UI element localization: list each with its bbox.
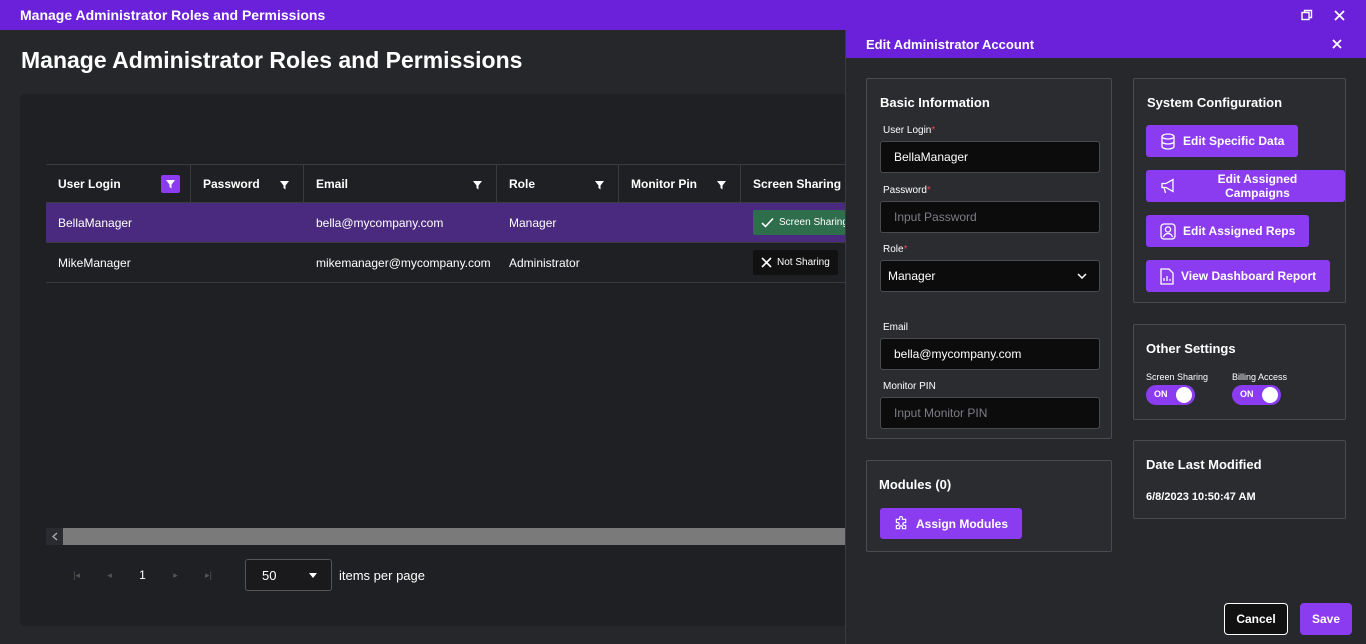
- check-icon: [761, 217, 774, 228]
- window-titlebar: Manage Administrator Roles and Permissio…: [0, 0, 1366, 30]
- admin-grid-panel: User Login Password Email Role Monitor P…: [20, 94, 850, 626]
- cell-screen-sharing: Not Sharing: [741, 250, 850, 275]
- column-email[interactable]: Email: [304, 165, 497, 202]
- other-settings-heading: Other Settings: [1146, 341, 1236, 356]
- cell-user-login: BellaManager: [58, 215, 133, 230]
- prev-page-icon[interactable]: ◂: [93, 565, 126, 585]
- chevron-down-icon: [1077, 273, 1087, 279]
- edit-assigned-reps-button[interactable]: Edit Assigned Reps: [1146, 215, 1310, 247]
- filter-icon[interactable]: [590, 177, 608, 193]
- monitor-pin-input[interactable]: [880, 397, 1100, 429]
- table-row[interactable]: MikeManager mikemanager@mycompany.com Ad…: [46, 243, 850, 283]
- column-role[interactable]: Role: [497, 165, 619, 202]
- system-configuration-card: System Configuration Edit Specific Data …: [1133, 78, 1346, 303]
- panel-title: Edit Administrator Account: [866, 36, 1035, 52]
- cell-user-login: MikeManager: [58, 255, 131, 270]
- user-login-input[interactable]: BellaManager: [880, 141, 1100, 173]
- modules-card: Modules (0) Assign Modules: [866, 460, 1112, 552]
- pager: |◂ ◂ 1 ▸ ▸| 50 items per page: [60, 559, 425, 591]
- billing-access-label: Billing Access: [1232, 372, 1288, 382]
- sharing-status-badge: Screen Sharing: [753, 210, 850, 235]
- horizontal-scrollbar[interactable]: [46, 528, 850, 545]
- cell-role: Manager: [509, 215, 557, 230]
- column-screen-sharing[interactable]: Screen Sharing: [741, 165, 850, 202]
- close-window-icon[interactable]: [1332, 8, 1346, 22]
- first-page-icon[interactable]: |◂: [60, 565, 93, 585]
- edit-specific-data-button[interactable]: Edit Specific Data: [1146, 125, 1299, 157]
- table-header: User Login Password Email Role Monitor P…: [46, 164, 850, 203]
- restore-icon[interactable]: [1300, 8, 1314, 22]
- email-label: Email: [883, 322, 909, 333]
- date-modified-heading: Date Last Modified: [1146, 457, 1262, 472]
- table-row[interactable]: BellaManager bella@mycompany.com Manager…: [46, 203, 850, 243]
- column-user-login[interactable]: User Login: [46, 165, 191, 202]
- admin-table: User Login Password Email Role Monitor P…: [46, 164, 850, 283]
- last-page-icon[interactable]: ▸|: [192, 565, 225, 585]
- assign-modules-button[interactable]: Assign Modules: [880, 508, 1023, 539]
- user-card-icon: [1160, 222, 1176, 240]
- cell-email: mikemanager@mycompany.com: [316, 255, 491, 270]
- page-size-label: items per page: [339, 567, 425, 583]
- page-size-select[interactable]: 50: [245, 559, 332, 591]
- view-dashboard-report-button[interactable]: View Dashboard Report: [1146, 260, 1331, 292]
- edit-admin-panel: Edit Administrator Account Basic Informa…: [845, 30, 1366, 644]
- password-label: Password*: [883, 185, 931, 196]
- user-login-label: User Login*: [883, 125, 936, 136]
- modules-heading: Modules (0): [879, 477, 952, 492]
- cell-role: Administrator: [509, 255, 580, 270]
- screen-sharing-toggle[interactable]: ON: [1146, 385, 1195, 405]
- report-icon: [1160, 267, 1174, 285]
- puzzle-icon: [895, 516, 907, 530]
- x-icon: [761, 257, 772, 268]
- password-input[interactable]: [880, 201, 1100, 233]
- edit-assigned-campaigns-button[interactable]: Edit Assigned Campaigns: [1146, 170, 1345, 202]
- window-title: Manage Administrator Roles and Permissio…: [20, 7, 326, 23]
- filter-icon[interactable]: [161, 175, 180, 193]
- billing-access-toggle[interactable]: ON: [1232, 385, 1281, 405]
- toggle-knob: [1176, 387, 1192, 403]
- date-modified-card: Date Last Modified 6/8/2023 10:50:47 AM: [1133, 440, 1346, 519]
- filter-icon[interactable]: [712, 177, 730, 193]
- save-button[interactable]: Save: [1300, 603, 1352, 635]
- filter-icon[interactable]: [275, 177, 293, 193]
- cell-email: bella@mycompany.com: [316, 215, 444, 230]
- next-page-icon[interactable]: ▸: [159, 565, 192, 585]
- monitor-pin-label: Monitor PIN: [883, 381, 936, 392]
- megaphone-icon: [1161, 178, 1174, 194]
- cell-screen-sharing: Screen Sharing: [741, 210, 850, 235]
- basic-information-card: Basic Information User Login* BellaManag…: [866, 78, 1112, 439]
- screen-sharing-setting-label: Screen Sharing: [1146, 372, 1209, 382]
- sharing-status-badge: Not Sharing: [753, 250, 838, 275]
- panel-header: Edit Administrator Account: [846, 30, 1366, 58]
- role-label: Role*: [883, 244, 908, 255]
- cancel-button[interactable]: Cancel: [1224, 603, 1288, 635]
- database-icon: [1161, 132, 1175, 150]
- page-number[interactable]: 1: [126, 568, 159, 582]
- caret-down-icon: [309, 572, 317, 578]
- other-settings-card: Other Settings Screen Sharing ON Billing…: [1133, 324, 1346, 420]
- role-select[interactable]: Manager: [880, 260, 1100, 292]
- page-title: Manage Administrator Roles and Permissio…: [21, 47, 523, 73]
- email-input[interactable]: bella@mycompany.com: [880, 338, 1100, 370]
- scroll-left-icon[interactable]: [46, 528, 63, 545]
- date-modified-value: 6/8/2023 10:50:47 AM: [1146, 491, 1256, 503]
- toggle-knob: [1262, 387, 1278, 403]
- column-password[interactable]: Password: [191, 165, 304, 202]
- close-panel-icon[interactable]: [1330, 37, 1344, 51]
- filter-icon[interactable]: [468, 177, 486, 193]
- basic-information-heading: Basic Information: [880, 95, 990, 110]
- system-configuration-heading: System Configuration: [1147, 95, 1283, 110]
- column-monitor-pin[interactable]: Monitor Pin: [619, 165, 741, 202]
- scrollbar-thumb[interactable]: [63, 528, 850, 545]
